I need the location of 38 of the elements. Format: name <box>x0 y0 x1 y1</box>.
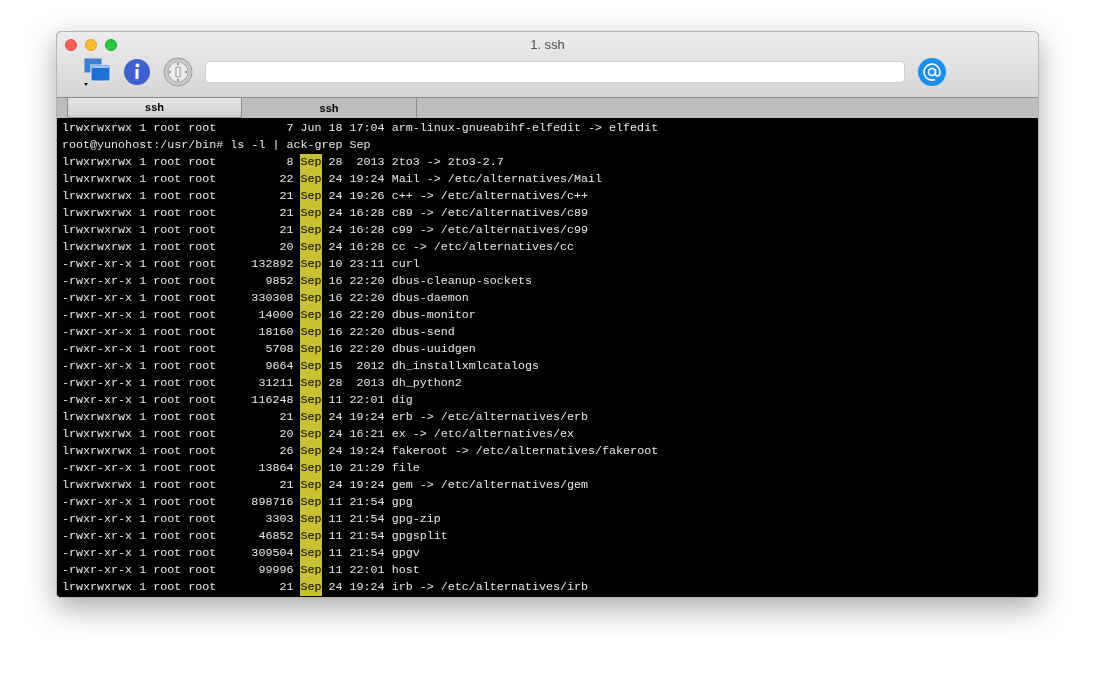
terminal-line: -rwxr-xr-x 1 root root 31211 Sep 28 2013 dh_python2 <box>62 375 462 392</box>
terminal-line: lrwxrwxrwx 1 root root 8 Sep 28 2013 2to3 -> 2to3-2.7 <box>62 154 504 171</box>
terminal-line: lrwxrwxrwx 1 root root 20 Sep 24 16:28 cc -> /etc/alternatives/cc <box>62 239 574 256</box>
address-field[interactable] <box>205 61 905 83</box>
terminal-line: lrwxrwxrwx 1 root root 21 Sep 24 19:26 c++ -> /etc/alternatives/c++ <box>62 188 589 205</box>
maximize-button[interactable] <box>105 38 117 51</box>
terminal-line: lrwxrwxrwx 1 root root 21 Sep 24 19:24 gem -> /etc/alternatives/gem <box>62 477 589 494</box>
terminal-line: lrwxrwxrwx 1 root root 21 Sep 24 16:28 c89 -> /etc/alternatives/c89 <box>62 205 589 222</box>
terminal-line: root@yunohost:/usr/bin# ls -l | ack-grep Sep <box>62 137 371 154</box>
terminal-line: -rwxr-xr-x 1 root root 132892 Sep 10 23:11 curl <box>62 256 420 273</box>
terminal-line: -rwxr-xr-x 1 root root 116248 Sep 11 22:01 dig <box>62 392 413 409</box>
terminal-line: lrwxrwxrwx 1 root root 26 Sep 24 19:24 fakeroot -> /etc/alternatives/fakeroot <box>62 443 659 460</box>
terminal-line: -rwxr-xr-x 1 root root 46852 Sep 11 21:54 gpgsplit <box>62 528 448 545</box>
windows-icon[interactable] <box>83 57 111 87</box>
terminal-line: -rwxr-xr-x 1 root root 330308 Sep 16 22:20 dbus-daemon <box>62 290 469 307</box>
terminal-line: -rwxr-xr-x 1 root root 18160 Sep 16 22:20 dbus-send <box>62 324 455 341</box>
terminal-line: -rwxr-xr-x 1 root root 9852 Sep 16 22:20 dbus-cleanup-sockets <box>62 273 532 290</box>
terminal-line: lrwxrwxrwx 1 root root 21 Sep 24 19:24 erb -> /etc/alternatives/erb <box>62 409 589 426</box>
terminal-line: -rwxr-xr-x 1 root root 3303 Sep 11 21:54 gpg-zip <box>62 511 441 528</box>
terminal-line: -rwxr-xr-x 1 root root 14000 Sep 16 22:20 dbus-monitor <box>62 307 476 324</box>
terminal-line: lrwxrwxrwx 1 root root 22 Sep 24 19:24 Mail -> /etc/alternatives/Mail <box>62 171 603 188</box>
terminal-line: lrwxrwxrwx 1 root root 21 Sep 24 19:24 irb -> /etc/alternatives/irb <box>62 579 589 596</box>
terminal-line: -rwxr-xr-x 1 root root 898716 Sep 11 21:54 gpg <box>62 494 413 511</box>
terminal-line: -rwxr-xr-x 1 root root 99996 Sep 11 22:01 host <box>62 562 420 579</box>
terminal-line: -rwxr-xr-x 1 root root 9664 Sep 15 2012 dh_installxmlcatalogs <box>62 358 539 375</box>
at-sign-icon[interactable] <box>917 57 947 87</box>
close-button[interactable] <box>65 38 77 51</box>
terminal-line: -rwxr-xr-x 1 root root 5708 Sep 16 22:20 dbus-uuidgen <box>62 341 476 358</box>
terminal-line: lrwxrwxrwx 1 root root 7 Jun 18 17:04 arm-linux-gnueabihf-elfedit -> elfedit <box>62 120 659 137</box>
compass-icon[interactable] <box>163 57 193 87</box>
terminal-line: lrwxrwxrwx 1 root root 21 Sep 24 16:28 c99 -> /etc/alternatives/c99 <box>62 222 589 239</box>
terminal-line: -rwxr-xr-x 1 root root 309504 Sep 11 21:54 gpgv <box>62 545 420 562</box>
info-icon[interactable] <box>123 58 151 86</box>
terminal-line: -rwxr-xr-x 1 root root 13864 Sep 10 21:29 file <box>62 460 420 477</box>
terminal-line: lrwxrwxrwx 1 root root 20 Sep 24 16:21 ex -> /etc/alternatives/ex <box>62 426 574 443</box>
minimize-button[interactable] <box>85 38 97 51</box>
window-title: 1. ssh <box>530 35 565 54</box>
tab[interactable]: ssh <box>67 98 242 118</box>
